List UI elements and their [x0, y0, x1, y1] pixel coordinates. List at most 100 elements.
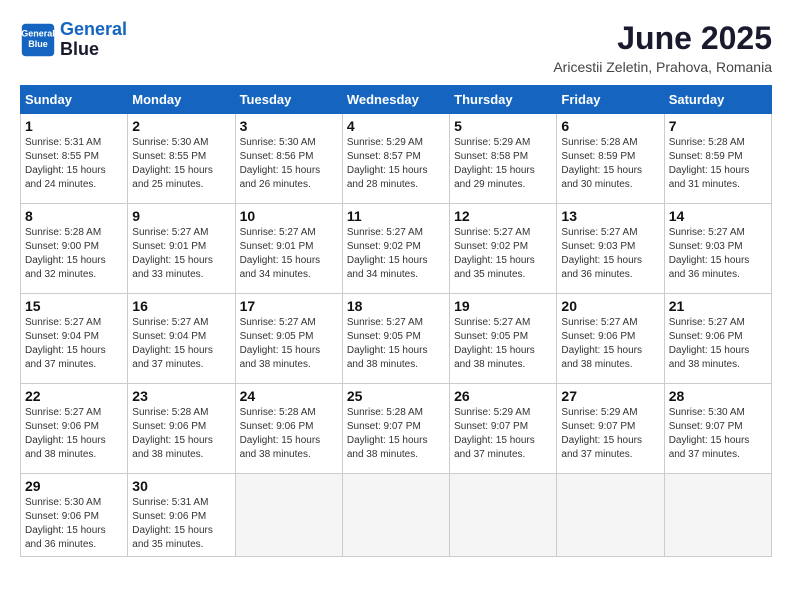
day-number: 29	[25, 478, 123, 494]
day-info: Sunrise: 5:28 AM Sunset: 8:59 PM Dayligh…	[669, 136, 767, 192]
calendar-cell: 24Sunrise: 5:28 AM Sunset: 9:06 PM Dayli…	[235, 384, 342, 474]
calendar-cell	[557, 474, 664, 557]
title-area: June 2025 Aricestii Zeletin, Prahova, Ro…	[553, 20, 772, 75]
day-info: Sunrise: 5:27 AM Sunset: 9:05 PM Dayligh…	[454, 316, 552, 372]
day-info: Sunrise: 5:27 AM Sunset: 9:06 PM Dayligh…	[25, 406, 123, 462]
day-number: 5	[454, 118, 552, 134]
day-number: 25	[347, 388, 445, 404]
weekday-header: Tuesday	[235, 86, 342, 114]
calendar-cell: 9 Sunrise: 5:27 AM Sunset: 9:01 PM Daylig…	[128, 204, 235, 294]
weekday-header: Thursday	[450, 86, 557, 114]
weekday-header: Monday	[128, 86, 235, 114]
calendar-header-row: SundayMondayTuesdayWednesdayThursdayFrid…	[21, 86, 772, 114]
calendar-cell: 1Sunrise: 5:31 AM Sunset: 8:55 PM Daylig…	[21, 114, 128, 204]
calendar-cell: 16 Sunrise: 5:27 AM Sunset: 9:04 PM Dayli…	[128, 294, 235, 384]
calendar-cell: 28 Sunrise: 5:30 AM Sunset: 9:07 PM Dayli…	[664, 384, 771, 474]
logo-text: GeneralBlue	[60, 20, 127, 60]
day-number: 13	[561, 208, 659, 224]
day-number: 23	[132, 388, 230, 404]
day-number: 2	[132, 118, 230, 134]
day-number: 28	[669, 388, 767, 404]
weekday-header: Wednesday	[342, 86, 449, 114]
day-number: 30	[132, 478, 230, 494]
day-info: Sunrise: 5:27 AM Sunset: 9:02 PM Dayligh…	[454, 226, 552, 282]
day-number: 11	[347, 208, 445, 224]
day-info: Sunrise: 5:31 AM Sunset: 9:06 PM Dayligh…	[132, 496, 230, 552]
day-info: Sunrise: 5:28 AM Sunset: 8:59 PM Dayligh…	[561, 136, 659, 192]
day-number: 26	[454, 388, 552, 404]
calendar-cell	[664, 474, 771, 557]
day-number: 12	[454, 208, 552, 224]
calendar-cell: 8 Sunrise: 5:28 AM Sunset: 9:00 PM Daylig…	[21, 204, 128, 294]
weekday-header: Friday	[557, 86, 664, 114]
day-number: 21	[669, 298, 767, 314]
day-info: Sunrise: 5:27 AM Sunset: 9:02 PM Dayligh…	[347, 226, 445, 282]
day-info: Sunrise: 5:27 AM Sunset: 9:04 PM Dayligh…	[132, 316, 230, 372]
day-info: Sunrise: 5:29 AM Sunset: 8:58 PM Dayligh…	[454, 136, 552, 192]
calendar-cell: 17 Sunrise: 5:27 AM Sunset: 9:05 PM Dayli…	[235, 294, 342, 384]
calendar-cell: 12 Sunrise: 5:27 AM Sunset: 9:02 PM Dayli…	[450, 204, 557, 294]
day-info: Sunrise: 5:30 AM Sunset: 8:56 PM Dayligh…	[240, 136, 338, 192]
day-info: Sunrise: 5:30 AM Sunset: 9:07 PM Dayligh…	[669, 406, 767, 462]
calendar-cell	[450, 474, 557, 557]
day-info: Sunrise: 5:28 AM Sunset: 9:00 PM Dayligh…	[25, 226, 123, 282]
day-number: 16	[132, 298, 230, 314]
day-number: 19	[454, 298, 552, 314]
calendar-table: SundayMondayTuesdayWednesdayThursdayFrid…	[20, 85, 772, 557]
location: Aricestii Zeletin, Prahova, Romania	[553, 59, 772, 75]
day-number: 4	[347, 118, 445, 134]
calendar-cell: 26 Sunrise: 5:29 AM Sunset: 9:07 PM Dayli…	[450, 384, 557, 474]
calendar-cell: 13 Sunrise: 5:27 AM Sunset: 9:03 PM Dayli…	[557, 204, 664, 294]
day-number: 20	[561, 298, 659, 314]
calendar-cell	[342, 474, 449, 557]
svg-text:General: General	[21, 28, 55, 38]
logo-icon: General Blue	[20, 22, 56, 58]
calendar-cell: 27 Sunrise: 5:29 AM Sunset: 9:07 PM Dayli…	[557, 384, 664, 474]
calendar-cell: 20 Sunrise: 5:27 AM Sunset: 9:06 PM Dayli…	[557, 294, 664, 384]
day-info: Sunrise: 5:27 AM Sunset: 9:05 PM Dayligh…	[347, 316, 445, 372]
day-number: 3	[240, 118, 338, 134]
weekday-header: Sunday	[21, 86, 128, 114]
calendar-cell: 5 Sunrise: 5:29 AM Sunset: 8:58 PM Daylig…	[450, 114, 557, 204]
day-number: 27	[561, 388, 659, 404]
header: General Blue GeneralBlue June 2025 Arice…	[20, 20, 772, 75]
day-info: Sunrise: 5:27 AM Sunset: 9:01 PM Dayligh…	[132, 226, 230, 282]
calendar-cell: 19 Sunrise: 5:27 AM Sunset: 9:05 PM Dayli…	[450, 294, 557, 384]
calendar-cell: 7 Sunrise: 5:28 AM Sunset: 8:59 PM Daylig…	[664, 114, 771, 204]
day-number: 10	[240, 208, 338, 224]
day-number: 17	[240, 298, 338, 314]
day-info: Sunrise: 5:28 AM Sunset: 9:07 PM Dayligh…	[347, 406, 445, 462]
day-info: Sunrise: 5:27 AM Sunset: 9:05 PM Dayligh…	[240, 316, 338, 372]
weekday-header: Saturday	[664, 86, 771, 114]
day-number: 18	[347, 298, 445, 314]
day-info: Sunrise: 5:27 AM Sunset: 9:01 PM Dayligh…	[240, 226, 338, 282]
calendar-cell: 25 Sunrise: 5:28 AM Sunset: 9:07 PM Dayli…	[342, 384, 449, 474]
day-number: 14	[669, 208, 767, 224]
calendar-cell: 14 Sunrise: 5:27 AM Sunset: 9:03 PM Dayli…	[664, 204, 771, 294]
calendar-cell: 23Sunrise: 5:28 AM Sunset: 9:06 PM Dayli…	[128, 384, 235, 474]
calendar-cell: 22Sunrise: 5:27 AM Sunset: 9:06 PM Dayli…	[21, 384, 128, 474]
day-number: 7	[669, 118, 767, 134]
svg-text:Blue: Blue	[28, 39, 48, 49]
day-info: Sunrise: 5:29 AM Sunset: 9:07 PM Dayligh…	[454, 406, 552, 462]
day-number: 15	[25, 298, 123, 314]
day-info: Sunrise: 5:27 AM Sunset: 9:03 PM Dayligh…	[561, 226, 659, 282]
calendar-cell: 30 Sunrise: 5:31 AM Sunset: 9:06 PM Dayli…	[128, 474, 235, 557]
day-number: 8	[25, 208, 123, 224]
calendar-cell: 21Sunrise: 5:27 AM Sunset: 9:06 PM Dayli…	[664, 294, 771, 384]
day-number: 1	[25, 118, 123, 134]
calendar-cell: 18 Sunrise: 5:27 AM Sunset: 9:05 PM Dayli…	[342, 294, 449, 384]
month-year: June 2025	[553, 20, 772, 57]
day-number: 9	[132, 208, 230, 224]
calendar-cell: 3 Sunrise: 5:30 AM Sunset: 8:56 PM Daylig…	[235, 114, 342, 204]
day-info: Sunrise: 5:29 AM Sunset: 9:07 PM Dayligh…	[561, 406, 659, 462]
calendar-cell: 11 Sunrise: 5:27 AM Sunset: 9:02 PM Dayli…	[342, 204, 449, 294]
calendar-cell	[235, 474, 342, 557]
calendar-cell: 29 Sunrise: 5:30 AM Sunset: 9:06 PM Dayli…	[21, 474, 128, 557]
logo: General Blue GeneralBlue	[20, 20, 127, 60]
day-info: Sunrise: 5:30 AM Sunset: 9:06 PM Dayligh…	[25, 496, 123, 552]
day-info: Sunrise: 5:27 AM Sunset: 9:03 PM Dayligh…	[669, 226, 767, 282]
day-number: 24	[240, 388, 338, 404]
day-info: Sunrise: 5:29 AM Sunset: 8:57 PM Dayligh…	[347, 136, 445, 192]
day-info: Sunrise: 5:27 AM Sunset: 9:06 PM Dayligh…	[561, 316, 659, 372]
